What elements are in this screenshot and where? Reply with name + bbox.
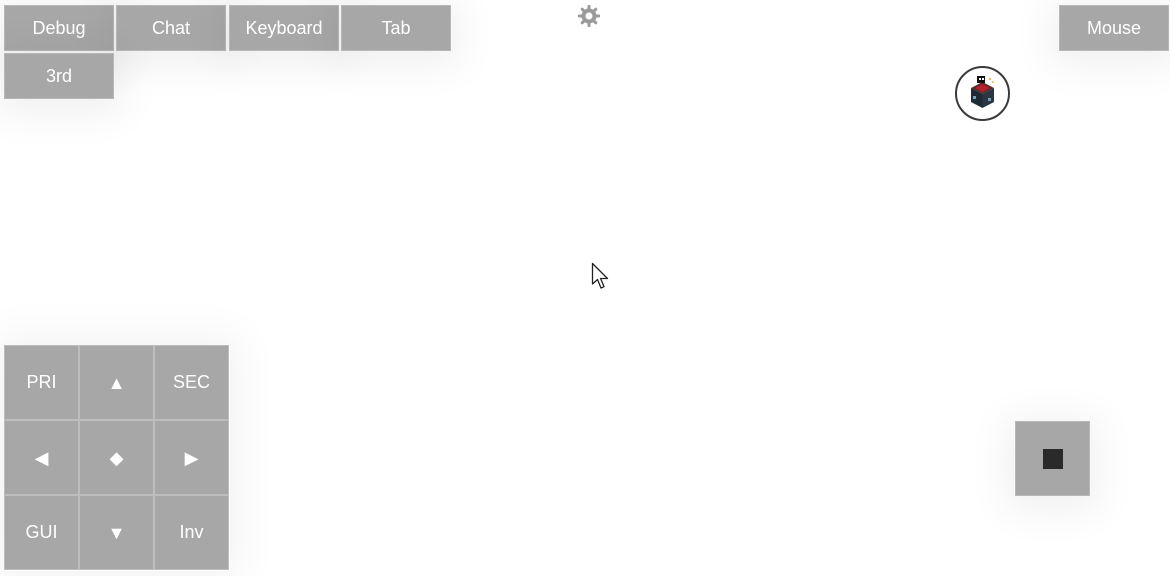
- mouse-pointer-icon: [591, 262, 611, 290]
- directional-pad: PRI ▲ SEC ◀ ◆ ▶ GUI ▼ Inv: [4, 345, 230, 571]
- debug-button[interactable]: Debug: [4, 5, 114, 51]
- arrow-right-icon: ▶: [184, 447, 199, 468]
- arrow-left-icon: ◀: [34, 447, 49, 468]
- inventory-button[interactable]: Inv: [154, 495, 229, 570]
- third-person-button[interactable]: 3rd: [4, 53, 114, 99]
- down-button[interactable]: ▼: [79, 495, 154, 570]
- jump-button[interactable]: ◆: [79, 420, 154, 495]
- gear-icon[interactable]: [576, 3, 602, 29]
- tab-button[interactable]: Tab: [341, 5, 451, 51]
- stop-button[interactable]: [1015, 421, 1090, 496]
- left-button[interactable]: ◀: [4, 420, 79, 495]
- keyboard-button[interactable]: Keyboard: [229, 5, 339, 51]
- up-button[interactable]: ▲: [79, 345, 154, 420]
- primary-button[interactable]: PRI: [4, 345, 79, 420]
- game-touch-overlay: Debug Chat Keyboard Tab 3rd Mouse PRI ▲ …: [0, 0, 1170, 576]
- arrow-down-icon: ▼: [107, 522, 126, 543]
- stop-square-icon: [1042, 448, 1063, 469]
- chat-button[interactable]: Chat: [116, 5, 226, 51]
- gui-button[interactable]: GUI: [4, 495, 79, 570]
- mouse-button[interactable]: Mouse: [1059, 5, 1169, 51]
- arrow-up-icon: ▲: [107, 372, 126, 393]
- right-button[interactable]: ▶: [154, 420, 229, 495]
- secondary-button[interactable]: SEC: [154, 345, 229, 420]
- avatar-icon[interactable]: [955, 66, 1010, 121]
- diamond-icon: ◆: [109, 447, 124, 468]
